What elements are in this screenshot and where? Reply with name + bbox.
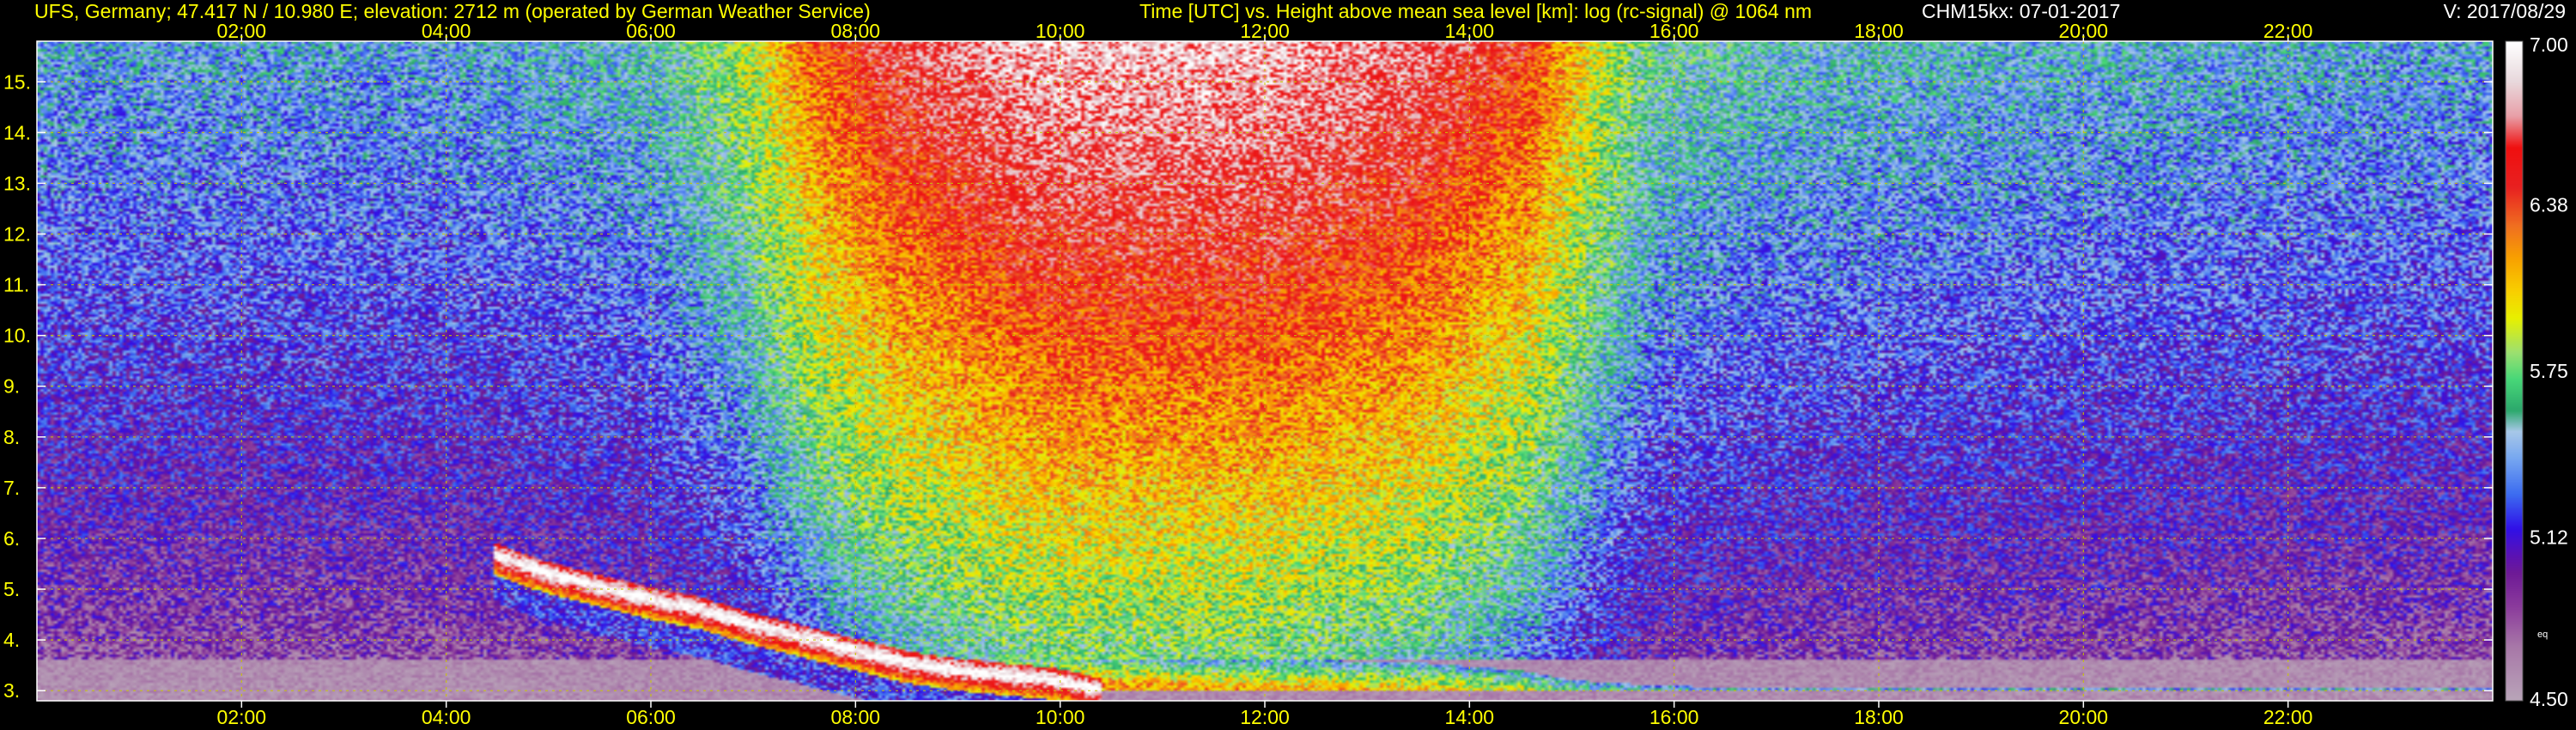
y-tick-label-6: 9. (3, 375, 20, 398)
x-tick-label-bottom-1: 04:00 (422, 706, 471, 728)
y-tick-label-12: 15. (3, 70, 31, 93)
colorbar-tick-label-1: 5.12 (2530, 526, 2568, 549)
x-tick-label-bottom-3: 08:00 (831, 706, 881, 728)
x-tick-label-bottom-2: 06:00 (626, 706, 676, 728)
y-tick-label-0: 3. (3, 679, 20, 702)
x-tick-label-top-8: 18:00 (1854, 20, 1904, 42)
colorbar-tick-label-4: 7.00 (2530, 33, 2568, 56)
x-tick-label-bottom-10: 22:00 (2263, 706, 2313, 728)
y-tick-label-10: 13. (3, 172, 31, 194)
x-tick-label-bottom-6: 14:00 (1445, 706, 1495, 728)
y-tick-label-5: 8. (3, 426, 20, 448)
ceilometer-chart: 02:0002:0004:0004:0006:0006:0008:0008:00… (0, 0, 2576, 730)
station-info: UFS, Germany; 47.417 N / 10.980 E; eleva… (34, 0, 871, 22)
colorbar-note: eq (2537, 630, 2548, 640)
x-tick-label-top-4: 10:00 (1036, 20, 1085, 42)
x-tick-label-bottom-5: 12:00 (1240, 706, 1290, 728)
colorbar-tick-label-2: 5.75 (2530, 360, 2568, 382)
y-tick-label-4: 7. (3, 477, 20, 499)
y-tick-label-7: 10. (3, 325, 31, 347)
x-tick-label-bottom-0: 02:00 (217, 706, 267, 728)
y-tick-label-1: 4. (3, 629, 20, 651)
chart-title: Time [UTC] vs. Height above mean sea lev… (1139, 0, 1813, 22)
y-tick-label-8: 11. (3, 274, 29, 296)
x-tick-label-top-10: 22:00 (2263, 20, 2313, 42)
instrument-label: CHM15kx: 07-01-2017 (1922, 0, 2121, 22)
x-tick-label-bottom-4: 10:00 (1036, 706, 1085, 728)
colorbar-tick-label-0: 4.50 (2530, 688, 2568, 710)
x-tick-label-bottom-8: 18:00 (1854, 706, 1904, 728)
x-tick-label-bottom-7: 16:00 (1649, 706, 1699, 728)
colorbar (2506, 41, 2523, 701)
y-tick-label-3: 6. (3, 527, 20, 550)
x-tick-label-bottom-9: 20:00 (2059, 706, 2109, 728)
y-tick-label-9: 12. (3, 222, 31, 245)
version-label: V: 2017/08/29 (2443, 0, 2566, 22)
colorbar-tick-label-3: 6.38 (2530, 193, 2568, 216)
y-tick-label-2: 5. (3, 578, 20, 600)
y-tick-label-11: 14. (3, 121, 31, 143)
